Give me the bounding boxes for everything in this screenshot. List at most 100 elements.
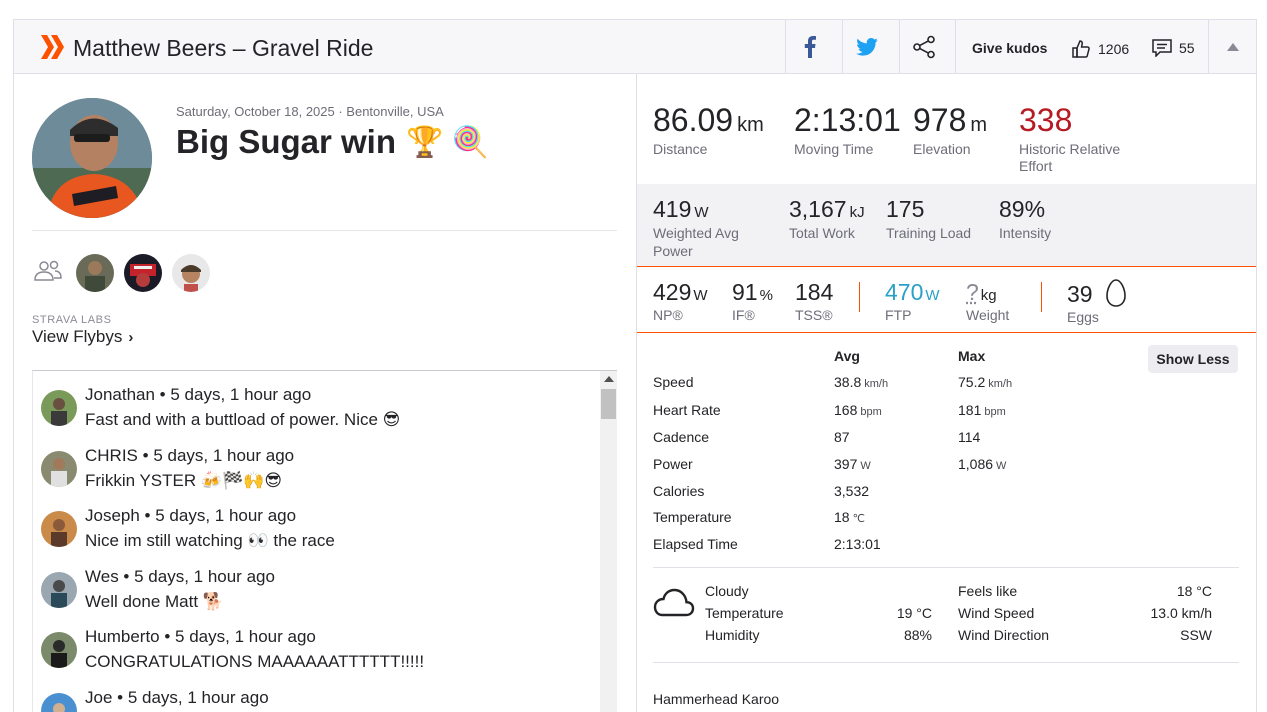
view-flybys-link[interactable]: View Flybys › (32, 327, 133, 347)
stat-unit: kg (981, 287, 997, 304)
row-max: 75.2 km/h (958, 374, 1012, 390)
commenter-avatar[interactable] (41, 511, 77, 547)
comment-text: CONGRATULATIONS MAAAAAATTTTTT!!!!! (85, 652, 424, 672)
commenter-name[interactable]: Humberto (85, 627, 160, 646)
comment-icon (1152, 39, 1172, 57)
commenter-name[interactable]: Wes (85, 567, 119, 586)
stat-label: Historic Relative Effort (1019, 141, 1149, 175)
comments-scrollbar[interactable] (600, 371, 617, 712)
comment-time: 5 days, 1 hour ago (153, 446, 294, 465)
stat-ftp[interactable]: 470 W FTP (885, 279, 940, 323)
weather-panel: Cloudy Temperature 19 °C Humidity 88% Fe… (653, 583, 1239, 653)
facebook-share-button[interactable] (797, 34, 823, 60)
comment-header: Jonathan • 5 days, 1 hour ago (85, 385, 311, 405)
weather-temperature-value: 19 °C (897, 605, 932, 621)
group-member-avatar[interactable] (172, 254, 210, 292)
divider (653, 567, 1239, 568)
stat-label: Elevation (913, 141, 987, 158)
share-button[interactable] (911, 34, 937, 60)
comment-time: 5 days, 1 hour ago (170, 385, 311, 404)
row-max: 1,086 W (958, 456, 1006, 472)
row-avg: 38.8 km/h (834, 374, 888, 390)
athlete-avatar[interactable] (32, 98, 152, 218)
commenter-name[interactable]: Joe (85, 688, 112, 707)
row-max: 114 (958, 429, 980, 445)
stat-if: 91% IF® (732, 279, 773, 323)
give-kudos-button[interactable]: Give kudos (972, 40, 1047, 56)
stat-label: Total Work (789, 224, 865, 242)
activity-title-text: Big Sugar win (176, 123, 396, 161)
row-label: Power (653, 456, 693, 472)
stat-value: 86.09 (653, 102, 733, 138)
details-row-calories: Calories 3,532 (653, 483, 1239, 503)
comment-header: Wes • 5 days, 1 hour ago (85, 567, 275, 587)
weather-wind-speed-value: 13.0 km/h (1151, 605, 1212, 621)
comment-header: Joe • 5 days, 1 hour ago (85, 688, 269, 708)
weather-condition: Cloudy (705, 583, 749, 599)
scroll-up-arrow-icon[interactable] (604, 376, 614, 382)
stat-value: 2:13:01 (794, 102, 901, 138)
power-stats-divider (1041, 282, 1042, 312)
comment-header: Humberto • 5 days, 1 hour ago (85, 627, 316, 647)
comment-count[interactable]: 55 (1152, 39, 1195, 57)
row-max-value: 75.2 (958, 374, 985, 390)
row-avg-unit: ℃ (853, 513, 865, 525)
view-flybys-label: View Flybys (32, 327, 122, 346)
row-label: Temperature (653, 509, 732, 525)
commenter-avatar[interactable] (41, 390, 77, 426)
twitter-share-button[interactable] (854, 34, 880, 60)
row-max-unit: bpm (984, 406, 1005, 418)
kudos-count-label: 1206 (1098, 41, 1129, 57)
header-separator (1208, 20, 1209, 73)
commenter-avatar[interactable] (41, 572, 77, 608)
row-max-value: 1,086 (958, 456, 993, 472)
comment-header: CHRIS • 5 days, 1 hour ago (85, 446, 294, 466)
row-avg-unit: bpm (860, 406, 881, 418)
commenter-avatar[interactable] (41, 451, 77, 487)
stat-training-load: 175 Training Load (886, 196, 971, 242)
scrollbar-thumb[interactable] (601, 389, 616, 419)
kudos-count[interactable]: 1206 (1071, 39, 1129, 59)
details-row-elapsed-time: Elapsed Time 2:13:01 (653, 536, 1239, 556)
cloud-icon (653, 587, 695, 617)
stat-value: 338 (1019, 102, 1072, 138)
commenter-avatar[interactable] (41, 693, 77, 712)
stat-value: 89% (999, 196, 1045, 222)
row-avg: 168 bpm (834, 402, 882, 418)
row-max-value: 181 (958, 402, 981, 418)
stat-label: Eggs (1067, 309, 1127, 325)
stat-unit: W (925, 287, 939, 304)
commenter-name[interactable]: CHRIS (85, 446, 138, 465)
stat-relative-effort[interactable]: 338 Historic Relative Effort (1019, 102, 1149, 175)
stat-distance: 86.09 km Distance (653, 102, 764, 158)
activity-title: Big Sugar win 🏆 🍭 (176, 123, 489, 161)
stat-unit: W (693, 287, 707, 304)
row-avg-value: 2:13:01 (834, 536, 881, 552)
stat-total-work: 3,167 kJ Total Work (789, 196, 865, 242)
row-max-unit: W (996, 460, 1006, 472)
weather-humidity-label: Humidity (705, 627, 759, 643)
group-member-avatar[interactable] (124, 254, 162, 292)
row-avg: 18 ℃ (834, 509, 865, 525)
stat-value: 978 (913, 102, 966, 138)
details-row-heart-rate: Heart Rate 168 bpm 181 bpm (653, 402, 1239, 422)
power-stats-divider (859, 282, 860, 312)
stat-value: 39 (1067, 281, 1093, 307)
stat-label: NP® (653, 307, 708, 323)
collapse-caret-icon[interactable] (1227, 43, 1239, 51)
primary-stats: 86.09 km Distance 2:13:01 Moving Time 978… (637, 74, 1256, 184)
commenter-name[interactable]: Jonathan (85, 385, 155, 404)
row-avg-value: 168 (834, 402, 857, 418)
commenter-name[interactable]: Joseph (85, 506, 140, 525)
weather-wind-direction-label: Wind Direction (958, 627, 1049, 643)
stat-value: 470 (885, 279, 923, 305)
strava-labs-label: STRAVA LABS (32, 314, 112, 326)
commenter-avatar[interactable] (41, 632, 77, 668)
stat-unit: W (694, 204, 708, 221)
header-separator (842, 20, 843, 73)
group-member-avatar[interactable] (76, 254, 114, 292)
weather-humidity-value: 88% (904, 627, 932, 643)
stat-weight[interactable]: ? kg Weight (966, 279, 1009, 323)
show-less-button[interactable]: Show Less (1148, 345, 1238, 373)
header-title: Matthew Beers – Gravel Ride (73, 35, 373, 62)
